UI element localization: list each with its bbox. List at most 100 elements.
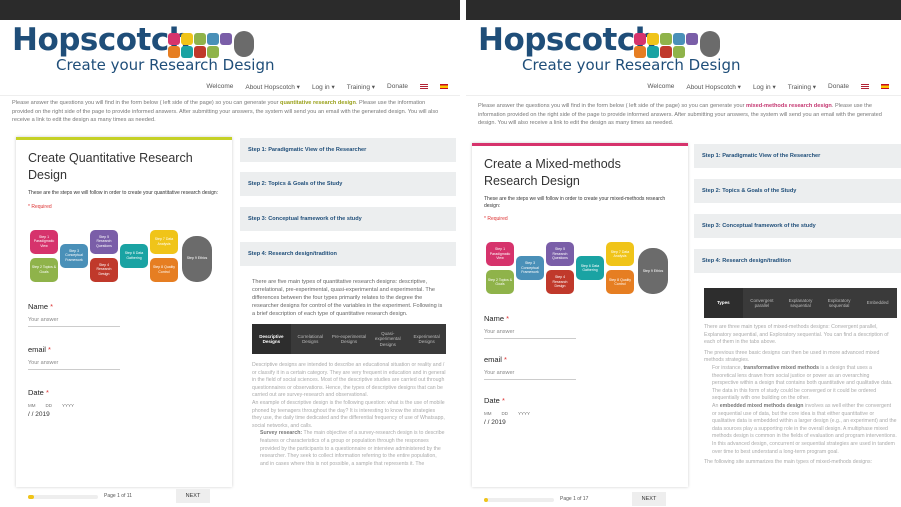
main-nav: Welcome About Hopscotch ▾ Log in ▾ Train… — [466, 78, 901, 96]
step-bubble: Step 1 Paradigmatic View — [486, 242, 514, 266]
flag-us-icon[interactable] — [861, 84, 869, 89]
nav-welcome[interactable]: Welcome — [206, 83, 233, 90]
tab-text-4-post: involves as well either the convergent o… — [712, 402, 897, 455]
steps-diagram: Step 1 Paradigmatic View Step 2 Topics &… — [28, 222, 220, 292]
step1-accordion[interactable]: Step 1: Paradigmatic View of the Researc… — [240, 138, 456, 162]
date-field-labels: MM DD YYYY — [472, 405, 688, 416]
next-button[interactable]: NEXT — [176, 489, 210, 503]
form-subtitle: These are the steps we will follow in or… — [28, 190, 219, 196]
step1-accordion[interactable]: Step 1: Paradigmatic View of the Researc… — [694, 144, 901, 168]
date-input[interactable]: / / 2019 — [472, 416, 688, 426]
quantitative-pane: Hopscotch Create your Research Design We… — [0, 0, 460, 507]
step-bubble: Step 6 Data Gathering — [120, 243, 148, 268]
brand-header: Hopscotch Create your Research Design — [466, 20, 901, 78]
flag-es-icon[interactable] — [881, 84, 889, 89]
flag-es-icon[interactable] — [440, 84, 448, 89]
step-bubble: Step 8 Quality Control — [150, 257, 178, 282]
form-card: Create Quantitative Research Design Thes… — [16, 137, 232, 487]
name-input[interactable]: Your answer — [484, 329, 576, 339]
step4-description: There are five main types of quantitativ… — [252, 279, 443, 317]
tab-quasi-experimental[interactable]: Quasi-experimental Designs — [368, 324, 407, 354]
form-footer: Page 1 of 11 NEXT — [16, 489, 232, 505]
name-label: Name — [484, 314, 505, 323]
form-footer: Page 1 of 17 NEXT — [472, 492, 688, 507]
browser-top-bar — [466, 0, 901, 20]
step-bubble: Step 7 Data Analysis — [150, 229, 178, 254]
tab-explanatory-sequential[interactable]: Explanatory sequential — [781, 288, 820, 318]
tab-text-1: Descriptive designs are intended to desc… — [252, 362, 446, 399]
email-label: email — [28, 344, 46, 354]
step-bubble: Step 5 Research Questions — [546, 242, 574, 266]
next-button[interactable]: NEXT — [632, 492, 666, 506]
form-card: Create a Mixed-methods Research Design T… — [472, 143, 688, 487]
form-title: Create Quantitative Research Design — [28, 151, 193, 182]
survey-paragraph: Survey research: The main objective of a… — [252, 430, 446, 468]
nav-donate[interactable]: Donate — [387, 83, 408, 90]
step-bubble: Step 5 Research Questions — [90, 229, 118, 254]
nav-donate[interactable]: Donate — [828, 83, 849, 90]
nav-about[interactable]: About Hopscotch ▾ — [245, 83, 300, 91]
step-bubble: Step 7 Data Analysis — [606, 242, 634, 266]
brand-logo-text[interactable]: Hopscotch — [12, 22, 191, 58]
brand-logo-text[interactable]: Hopscotch — [478, 22, 657, 58]
nav-welcome[interactable]: Welcome — [647, 83, 674, 90]
email-label: email — [484, 355, 502, 364]
date-yyyy-label: YYYY — [518, 411, 531, 416]
step-bubble: Step 9 Ethics — [182, 235, 212, 282]
step2-accordion[interactable]: Step 2: Topics & Goals of the Study — [240, 172, 456, 196]
logo-blocks-icon — [168, 29, 258, 58]
email-input[interactable]: Your answer — [484, 370, 576, 380]
nav-training[interactable]: Training ▾ — [347, 83, 375, 91]
nav-login[interactable]: Log in ▾ — [312, 83, 335, 91]
step4-accordion[interactable]: Step 4: Research design/tradition — [240, 242, 456, 266]
tab-correlational[interactable]: Correlational Designs — [291, 324, 330, 354]
tab-text-2: The previous three basic designs can the… — [704, 349, 880, 364]
name-question: Name * — [28, 301, 54, 311]
tab-text-4-highlight: embedded mixed methods design — [719, 402, 804, 409]
date-input[interactable]: / / 2019 — [16, 408, 232, 418]
required-note: * Required — [484, 216, 508, 222]
flag-us-icon[interactable] — [420, 84, 428, 89]
step-bubble: Step 1 Paradigmatic View — [30, 229, 58, 254]
intro-text: Please answer the questions you will fin… — [466, 96, 901, 126]
step-bubble: Step 8 Quality Control — [606, 270, 634, 294]
step3-accordion[interactable]: Step 3: Conceptual framework of the stud… — [240, 207, 456, 231]
step-bubble: Step 4 Research Design — [546, 270, 574, 294]
tab-text-5: The following site summarizes the main t… — [704, 459, 873, 466]
nav-about[interactable]: About Hopscotch ▾ — [686, 83, 741, 91]
intro-highlight: mixed-methods research design — [746, 103, 832, 109]
tab-exploratory-sequential[interactable]: Exploratory sequential — [820, 288, 859, 318]
step3-accordion[interactable]: Step 3: Conceptual framework of the stud… — [694, 214, 901, 238]
tab-convergent-parallel[interactable]: Convergent parallel — [743, 288, 782, 318]
tab-descriptive[interactable]: Descriptive Designs — [252, 324, 291, 354]
tab-pre-experimental[interactable]: Pre-experimental Designs — [330, 324, 369, 354]
step-bubble: Step 6 Data Gathering — [576, 256, 604, 280]
tab-experimental[interactable]: Experimental Designs — [407, 324, 446, 354]
steps-diagram: Step 1 Paradigmatic View Step 2 Topics &… — [484, 234, 676, 304]
tab-embedded[interactable]: Embedded — [858, 288, 897, 318]
step4-accordion[interactable]: Step 4: Research design/tradition — [694, 249, 901, 273]
tab-types[interactable]: Types — [704, 288, 743, 318]
date-label: Date — [484, 396, 500, 405]
step4-panel: There are five main types of quantitativ… — [240, 270, 456, 507]
email-input[interactable]: Your answer — [28, 360, 120, 370]
progress-fill — [484, 498, 489, 502]
date-question: Date * — [28, 387, 49, 397]
step2-accordion[interactable]: Step 2: Topics & Goals of the Study — [694, 179, 901, 203]
mixed-methods-pane: Hopscotch Create your Research Design We… — [466, 0, 901, 507]
page-indicator: Page 1 of 17 — [560, 496, 589, 502]
name-input[interactable]: Your answer — [28, 317, 120, 327]
brand-header: Hopscotch Create your Research Design — [0, 20, 460, 78]
nav-training[interactable]: Training ▾ — [788, 83, 816, 91]
date-dd-label: DD — [501, 411, 509, 416]
design-tabs: Descriptive Designs Correlational Design… — [252, 324, 446, 354]
tab-text-2: An example of descriptive design is the … — [252, 399, 445, 429]
logo-blocks-icon — [634, 29, 724, 58]
date-field-labels: MM DD YYYY — [16, 397, 232, 408]
brand-tagline: Create your Research Design — [56, 56, 275, 74]
survey-label: Survey research: — [260, 430, 303, 437]
browser-top-bar — [0, 0, 460, 20]
intro-highlight: quantitative research design — [280, 100, 356, 106]
nav-login[interactable]: Log in ▾ — [753, 83, 776, 91]
date-question: Date * — [484, 396, 505, 405]
